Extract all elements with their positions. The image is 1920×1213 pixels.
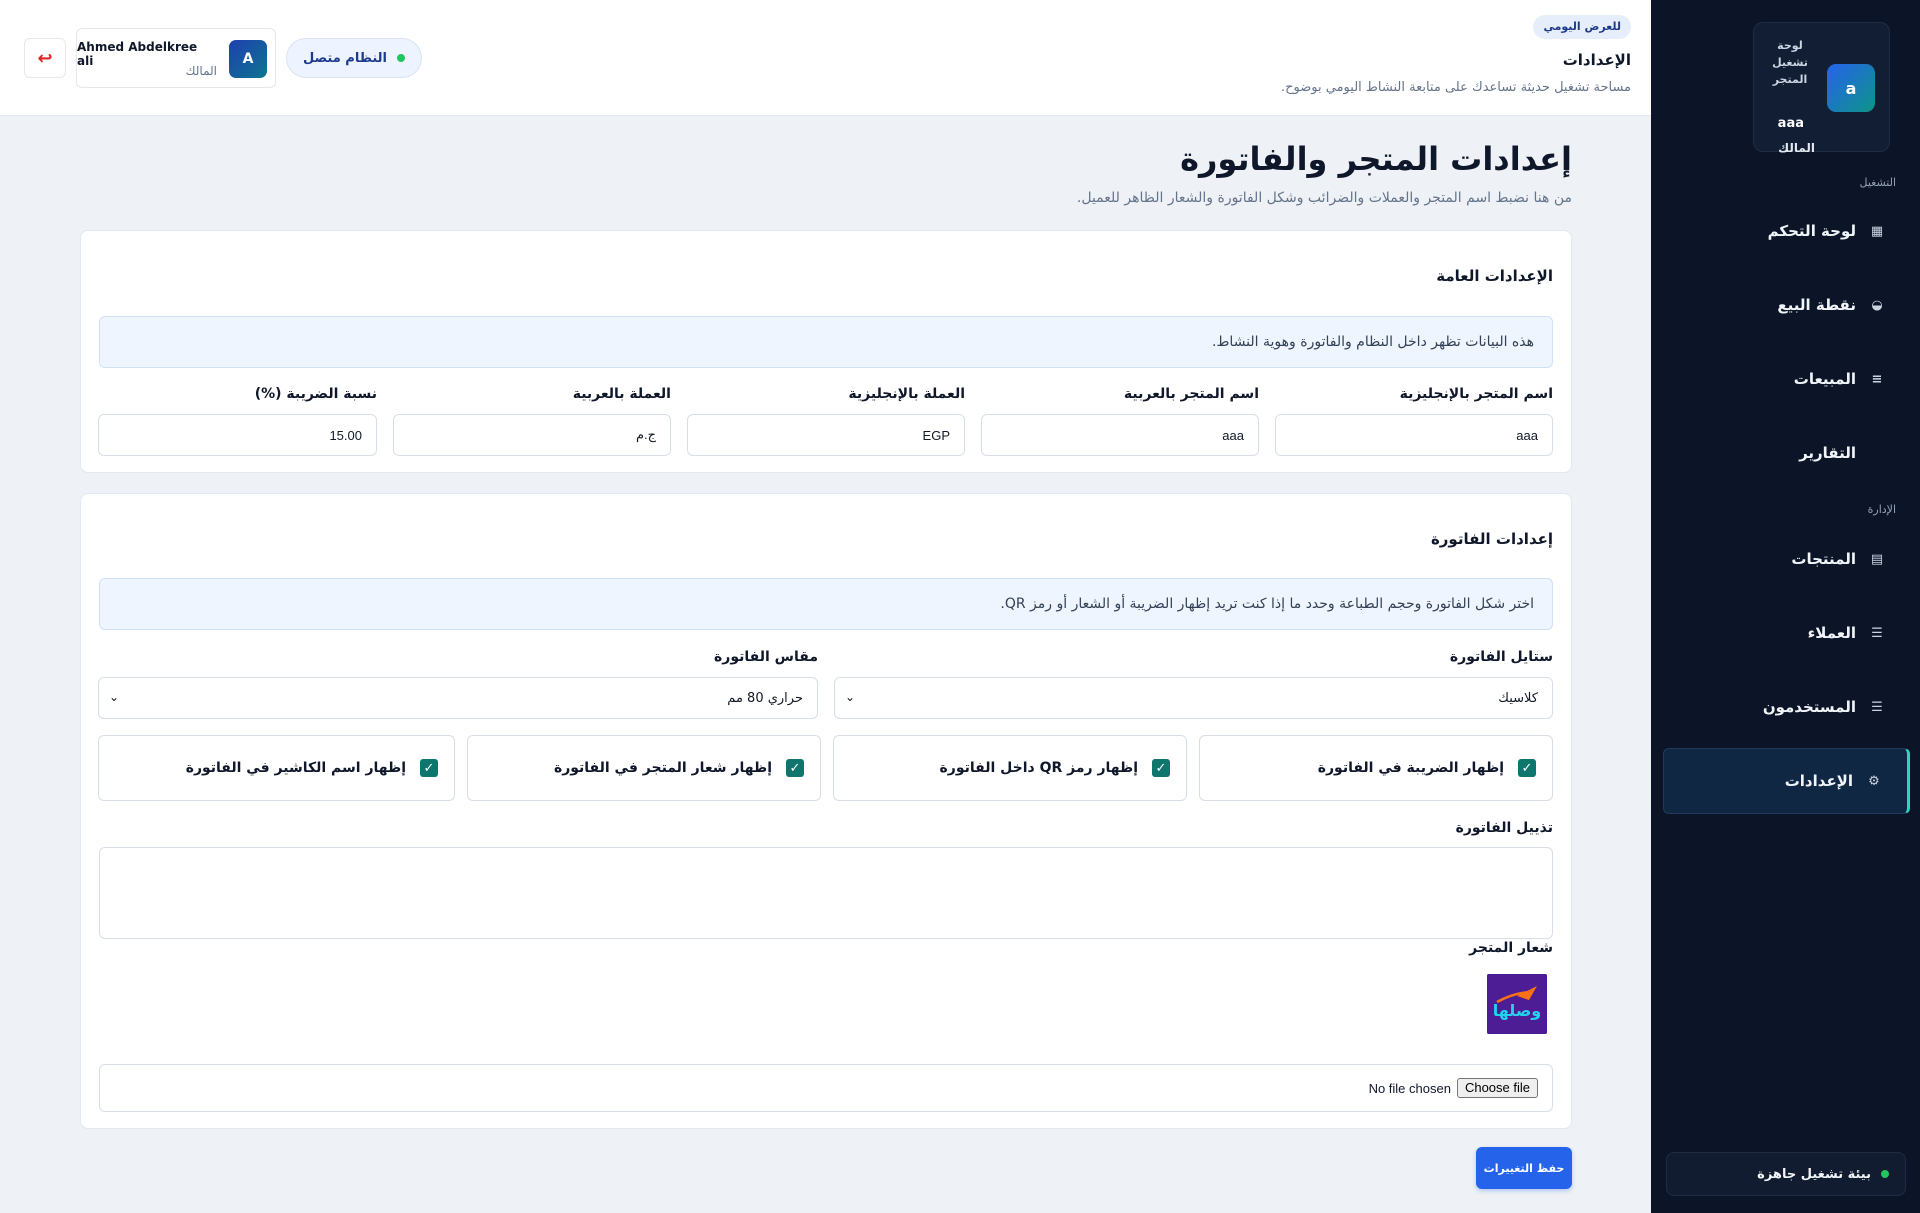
brand-avatar: a bbox=[1827, 64, 1875, 112]
currency-en-input[interactable] bbox=[687, 414, 965, 456]
environment-status-badge: بيئة تشغيل جاهزة bbox=[1666, 1152, 1906, 1196]
tax-rate-label: نسبة الضريبة (%) bbox=[254, 386, 377, 402]
currency-en-label: العملة بالإنجليزية bbox=[848, 386, 965, 402]
show-logo-option[interactable]: ✓ إظهار شعار المتجر في الفاتورة bbox=[467, 735, 821, 801]
store-name-en-label: اسم المتجر بالإنجليزية bbox=[1399, 386, 1553, 402]
show-cashier-option[interactable]: ✓ إظهار اسم الكاشير في الفاتورة bbox=[98, 735, 455, 801]
sidebar-section-management: الإدارة bbox=[1867, 503, 1896, 516]
invoice-style-select[interactable]: كلاسيك ⌄ bbox=[834, 677, 1553, 719]
store-name-en-input[interactable] bbox=[1275, 414, 1553, 456]
invoice-style-label: ستايل الفاتورة bbox=[1449, 649, 1553, 665]
brand-title: لوحة تشغيل المتجر bbox=[1772, 39, 1808, 86]
menu-icon: ☰ bbox=[1871, 699, 1883, 715]
header-subtitle: مساحة تشغيل حديثة تساعدك على متابعة النش… bbox=[1281, 80, 1631, 95]
sidebar-item-label: نقطة البيع bbox=[1777, 296, 1856, 314]
checkbox-checked-icon[interactable]: ✓ bbox=[786, 759, 804, 777]
sidebar-item-label: الإعدادات bbox=[1784, 772, 1853, 790]
list-icon: ≡ bbox=[1871, 371, 1883, 387]
invoice-size-value: حراري 80 مم bbox=[727, 690, 803, 706]
checkbox-checked-icon[interactable]: ✓ bbox=[1518, 759, 1536, 777]
menu-icon: ☰ bbox=[1871, 625, 1883, 641]
invoice-footer-textarea[interactable] bbox=[99, 847, 1553, 939]
store-name-ar-label: اسم المتجر بالعربية bbox=[1123, 386, 1259, 402]
store-logo-image: وصلها bbox=[1487, 974, 1547, 1034]
status-dot-icon bbox=[397, 54, 406, 62]
invoice-size-select[interactable]: حراري 80 مم ⌄ bbox=[98, 677, 818, 719]
checkbox-checked-icon[interactable]: ✓ bbox=[420, 759, 438, 777]
sidebar-item-customers[interactable]: ☰ العملاء bbox=[1663, 600, 1910, 666]
invoice-settings-card: إعدادات الفاتورة اختر شكل الفاتورة وحجم … bbox=[80, 493, 1572, 1129]
logout-button[interactable]: ↩ bbox=[24, 38, 66, 78]
show-cashier-label: إظهار اسم الكاشير في الفاتورة bbox=[185, 760, 406, 776]
show-qr-option[interactable]: ✓ إظهار رمز QR داخل الفاتورة bbox=[833, 735, 1187, 801]
sidebar-section-operations: التشغيل bbox=[1859, 176, 1897, 189]
currency-ar-label: العملة بالعربية bbox=[572, 386, 671, 402]
chevron-down-icon: ⌄ bbox=[845, 690, 856, 704]
file-status-text: No file chosen bbox=[1368, 1080, 1451, 1096]
grid-icon: ▦ bbox=[1870, 223, 1884, 239]
system-status-pill: النظام متصل bbox=[286, 38, 423, 78]
general-settings-title: الإعدادات العامة bbox=[1436, 267, 1553, 285]
sidebar-item-reports[interactable]: التقارير bbox=[1663, 420, 1910, 486]
top-header: للعرض اليومي الإعدادات مساحة تشغيل حديثة… bbox=[0, 0, 1651, 116]
brand-role: المالك bbox=[1778, 141, 1815, 155]
sidebar-item-label: العملاء bbox=[1807, 624, 1856, 642]
system-status-label: النظام متصل bbox=[303, 50, 388, 66]
show-qr-label: إظهار رمز QR داخل الفاتورة bbox=[939, 760, 1139, 776]
box-icon: ▤ bbox=[1870, 551, 1884, 567]
invoice-settings-info: اختر شكل الفاتورة وحجم الطباعة وحدد ما إ… bbox=[99, 578, 1553, 630]
tax-rate-input[interactable] bbox=[98, 414, 377, 456]
show-logo-label: إظهار شعار المتجر في الفاتورة bbox=[553, 760, 772, 776]
sidebar-item-label: المنتجات bbox=[1791, 550, 1856, 568]
invoice-style-value: كلاسيك bbox=[1498, 690, 1538, 706]
save-changes-button[interactable]: حفظ التغييرات bbox=[1476, 1147, 1572, 1189]
store-logo-label: شعار المتجر bbox=[1469, 940, 1553, 956]
sidebar-item-users[interactable]: ☰ المستخدمون bbox=[1663, 674, 1910, 740]
gear-icon: ⚙ bbox=[1868, 773, 1880, 789]
header-title: الإعدادات bbox=[1562, 51, 1631, 69]
sidebar-item-label: لوحة التحكم bbox=[1767, 222, 1856, 240]
brand-card: a لوحة تشغيل المتجر aaa المالك bbox=[1753, 22, 1890, 155]
user-card[interactable]: A Ahmed Abdelkree ali المالك bbox=[76, 28, 276, 88]
environment-status-label: بيئة تشغيل جاهزة bbox=[1757, 1166, 1871, 1182]
store-name-ar-input[interactable] bbox=[981, 414, 1259, 456]
logo-wordmark: وصلها bbox=[1493, 1001, 1542, 1020]
general-settings-card: الإعدادات العامة هذه البيانات تظهر داخل … bbox=[80, 230, 1572, 473]
show-tax-option[interactable]: ✓ إظهار الضريبة في الفاتورة bbox=[1199, 735, 1553, 801]
invoice-settings-title: إعدادات الفاتورة bbox=[1430, 530, 1553, 548]
sidebar-item-pos[interactable]: ◒ نقطة البيع bbox=[1663, 272, 1910, 338]
chevron-down-icon: ⌄ bbox=[109, 690, 120, 704]
logo-file-input[interactable]: No file chosen Choose file bbox=[99, 1064, 1553, 1112]
choose-file-button[interactable]: Choose file bbox=[1456, 1078, 1538, 1098]
user-role: المالك bbox=[185, 64, 217, 78]
page-title: إعدادات المتجر والفاتورة bbox=[1180, 140, 1572, 178]
general-settings-info: هذه البيانات تظهر داخل النظام والفاتورة … bbox=[99, 316, 1553, 368]
invoice-footer-label: تذييل الفاتورة bbox=[1455, 820, 1553, 836]
sidebar-item-label: المبيعات bbox=[1793, 370, 1856, 388]
sidebar-item-sales[interactable]: ≡ المبيعات bbox=[1663, 346, 1910, 412]
invoice-size-label: مقاس الفاتورة bbox=[714, 649, 818, 665]
brand-store-name: aaa bbox=[1777, 116, 1804, 131]
sidebar-item-dashboard[interactable]: ▦ لوحة التحكم bbox=[1663, 198, 1910, 264]
logout-icon: ↩ bbox=[37, 47, 53, 69]
show-tax-label: إظهار الضريبة في الفاتورة bbox=[1317, 760, 1504, 776]
currency-ar-input[interactable] bbox=[393, 414, 671, 456]
pos-icon: ◒ bbox=[1871, 297, 1883, 313]
sidebar-item-products[interactable]: ▤ المنتجات bbox=[1663, 526, 1910, 592]
sidebar-item-label: المستخدمون bbox=[1762, 698, 1856, 716]
status-dot-icon bbox=[1881, 1170, 1889, 1178]
avatar: A bbox=[229, 40, 267, 78]
daily-view-chip[interactable]: للعرض اليومي bbox=[1533, 15, 1631, 39]
sidebar: a لوحة تشغيل المتجر aaa المالك التشغيل ▦… bbox=[1651, 0, 1920, 1213]
page-subtitle: من هنا نضبط اسم المتجر والعملات والضرائب… bbox=[1076, 190, 1572, 206]
sidebar-item-label: التقارير bbox=[1799, 444, 1856, 462]
checkbox-checked-icon[interactable]: ✓ bbox=[1152, 759, 1170, 777]
sidebar-item-settings[interactable]: ⚙ الإعدادات bbox=[1663, 748, 1910, 814]
